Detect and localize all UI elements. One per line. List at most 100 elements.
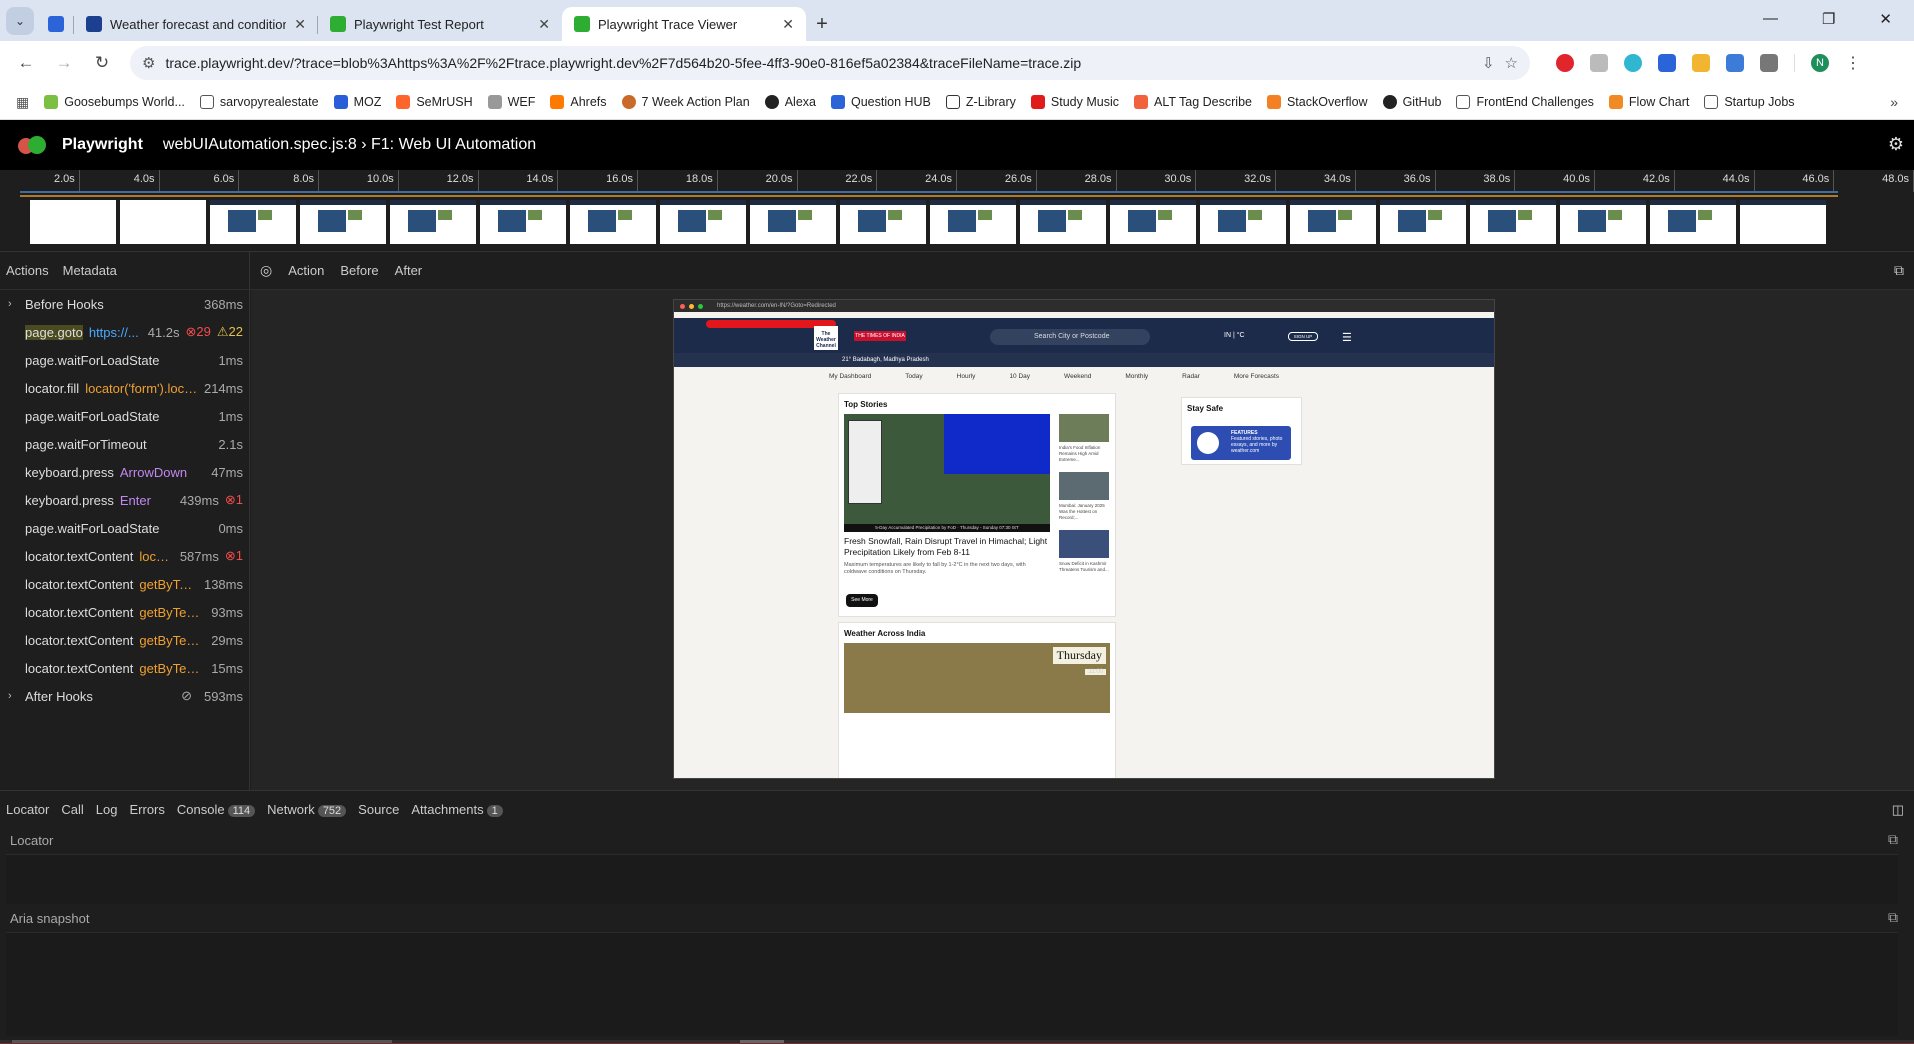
close-icon[interactable]: ✕: [294, 16, 306, 33]
site-info-icon[interactable]: ⚙: [142, 54, 155, 72]
filmstrip-frame[interactable]: [1650, 200, 1736, 244]
action-row[interactable]: page.waitForLoadState 1ms: [0, 402, 249, 430]
filmstrip-frame[interactable]: [1290, 200, 1376, 244]
apps-grid-icon[interactable]: ▦: [16, 94, 29, 111]
tab-action[interactable]: Action: [288, 263, 324, 278]
nav-item[interactable]: Hourly: [957, 373, 976, 380]
filmstrip[interactable]: [30, 200, 1826, 244]
timer-extension-icon[interactable]: [1692, 54, 1710, 72]
tab-search-button[interactable]: ⌄: [6, 7, 34, 35]
filmstrip-frame[interactable]: [120, 200, 206, 244]
action-row[interactable]: locator.textContent getByTestI... 93ms: [0, 598, 249, 626]
filmstrip-frame[interactable]: [30, 200, 116, 244]
nav-item[interactable]: 10 Day: [1009, 373, 1030, 380]
tab-source[interactable]: Source: [358, 802, 399, 817]
filmstrip-frame[interactable]: [660, 200, 746, 244]
copy-icon[interactable]: ⧉: [1888, 831, 1898, 848]
nav-item[interactable]: Weekend: [1064, 373, 1091, 380]
filmstrip-frame[interactable]: [1470, 200, 1556, 244]
hamburger-icon[interactable]: ☰: [1342, 331, 1352, 344]
filmstrip-frame[interactable]: [930, 200, 1016, 244]
chevron-right-icon[interactable]: ›: [8, 690, 12, 702]
bookmark-item[interactable]: Question HUB: [830, 95, 931, 109]
filmstrip-frame[interactable]: [300, 200, 386, 244]
times-of-india-badge[interactable]: THE TIMES OF INDIA: [854, 331, 906, 341]
weather-channel-logo[interactable]: The Weather Channel: [814, 326, 838, 350]
snapshot-browser[interactable]: https://weather.com/en-IN/?Goto=Redirect…: [673, 299, 1495, 779]
bookmark-item[interactable]: GitHub: [1382, 95, 1441, 109]
filmstrip-frame[interactable]: [1560, 200, 1646, 244]
hook-group-row[interactable]: › After Hooks ⊘ 593ms: [0, 682, 249, 710]
nav-item[interactable]: Today: [905, 373, 922, 380]
action-row[interactable]: locator.fill locator('form').loca... 214ms: [0, 374, 249, 402]
bookmark-item[interactable]: Alexa: [764, 95, 816, 109]
filmstrip-frame[interactable]: [1110, 200, 1196, 244]
mute-extension-icon[interactable]: [1590, 54, 1608, 72]
filmstrip-frame[interactable]: [390, 200, 476, 244]
unit-selector[interactable]: IN | °C: [1224, 332, 1245, 339]
bookmark-folder[interactable]: sarvopyrealestate: [199, 95, 319, 109]
close-icon[interactable]: ✕: [538, 16, 550, 33]
filmstrip-frame[interactable]: [1380, 200, 1466, 244]
side-story[interactable]: India's Food Inflation Remains High Amid…: [1059, 414, 1109, 463]
locator-input[interactable]: [6, 854, 1898, 904]
dock-panel-icon[interactable]: ◫: [1892, 802, 1904, 818]
bookmark-item[interactable]: SeMrUSH: [396, 95, 473, 109]
tab-errors[interactable]: Errors: [129, 802, 164, 817]
tab-test-report[interactable]: Playwright Test Report ✕: [318, 7, 562, 41]
opera-extension-icon[interactable]: [1556, 54, 1574, 72]
tab-metadata[interactable]: Metadata: [63, 263, 117, 278]
reload-icon[interactable]: ↻: [88, 49, 116, 77]
bookmark-item[interactable]: FrontEnd Challenges: [1456, 95, 1594, 109]
tab-attachments[interactable]: Attachments 1: [411, 802, 503, 817]
address-bar[interactable]: ⚙ trace.playwright.dev/?trace=blob%3Ahtt…: [130, 46, 1530, 80]
chevron-right-icon[interactable]: ›: [8, 298, 12, 310]
precipitation-map[interactable]: 5-Day Accumulated Precipitation by FoD ·…: [844, 414, 1050, 532]
more-menu-icon[interactable]: ⋮: [1845, 53, 1861, 73]
story-headline[interactable]: Fresh Snowfall, Rain Disrupt Travel in H…: [844, 536, 1059, 558]
restore-icon[interactable]: ❐: [1822, 10, 1835, 28]
features-banner[interactable]: FEATURES Featured stories, photo essays,…: [1191, 426, 1291, 460]
close-icon[interactable]: ✕: [782, 16, 794, 33]
filmstrip-frame[interactable]: [210, 200, 296, 244]
action-row[interactable]: keyboard.press ArrowDown 47ms: [0, 458, 249, 486]
tab-actions[interactable]: Actions: [6, 263, 49, 278]
bookmark-item[interactable]: Goosebumps World...: [44, 95, 185, 109]
tab-console[interactable]: Console 114: [177, 802, 256, 817]
bookmark-item[interactable]: 7 Week Action Plan: [621, 95, 750, 109]
aria-snapshot-editor[interactable]: [6, 932, 1898, 1036]
action-row[interactable]: locator.textContent getByTes... 138ms: [0, 570, 249, 598]
target-icon[interactable]: ◎: [260, 262, 272, 279]
puzzle-icon[interactable]: [1760, 54, 1778, 72]
action-row[interactable]: locator.textContent loca... 587ms ⊗1: [0, 542, 249, 570]
tab-pinned[interactable]: [40, 7, 74, 41]
bookmark-item[interactable]: Startup Jobs: [1704, 95, 1795, 109]
side-story[interactable]: Snow Deficit in Kashmir Threatens Touris…: [1059, 530, 1109, 573]
extension-icon[interactable]: [1658, 54, 1676, 72]
open-external-icon[interactable]: ⧉: [1894, 262, 1904, 279]
tab-call[interactable]: Call: [61, 802, 83, 817]
action-row[interactable]: page.waitForTimeout 2.1s: [0, 430, 249, 458]
action-row[interactable]: locator.textContent getByTestI... 15ms: [0, 654, 249, 682]
paperclip-icon[interactable]: ⊘: [181, 688, 192, 704]
bookmark-item[interactable]: WEF: [487, 95, 535, 109]
bookmark-item[interactable]: Flow Chart: [1608, 95, 1689, 109]
timeline[interactable]: 2.0s 4.0s 6.0s 8.0s 10.0s 12.0s 14.0s 16…: [0, 170, 1914, 252]
tab-network[interactable]: Network 752: [267, 802, 347, 817]
bookmark-item[interactable]: Study Music: [1030, 95, 1119, 109]
copy-icon[interactable]: ⧉: [1888, 909, 1898, 926]
minimize-icon[interactable]: —: [1763, 10, 1778, 28]
hook-group-row[interactable]: › Before Hooks 368ms: [0, 290, 249, 318]
filmstrip-frame[interactable]: [1020, 200, 1106, 244]
bookmark-item[interactable]: ALT Tag Describe: [1134, 95, 1252, 109]
install-app-icon[interactable]: ⇩: [1482, 54, 1495, 72]
bookmark-star-icon[interactable]: ☆: [1505, 54, 1518, 72]
new-tab-button[interactable]: +: [806, 7, 838, 41]
action-row[interactable]: locator.textContent getByTestI... 29ms: [0, 626, 249, 654]
tab-after[interactable]: After: [395, 263, 422, 278]
nav-item[interactable]: Radar: [1182, 373, 1200, 380]
forward-icon[interactable]: →: [50, 49, 78, 77]
see-more-button[interactable]: See More: [846, 594, 878, 607]
timer-extension-icon[interactable]: [1726, 54, 1744, 72]
filmstrip-frame[interactable]: [750, 200, 836, 244]
